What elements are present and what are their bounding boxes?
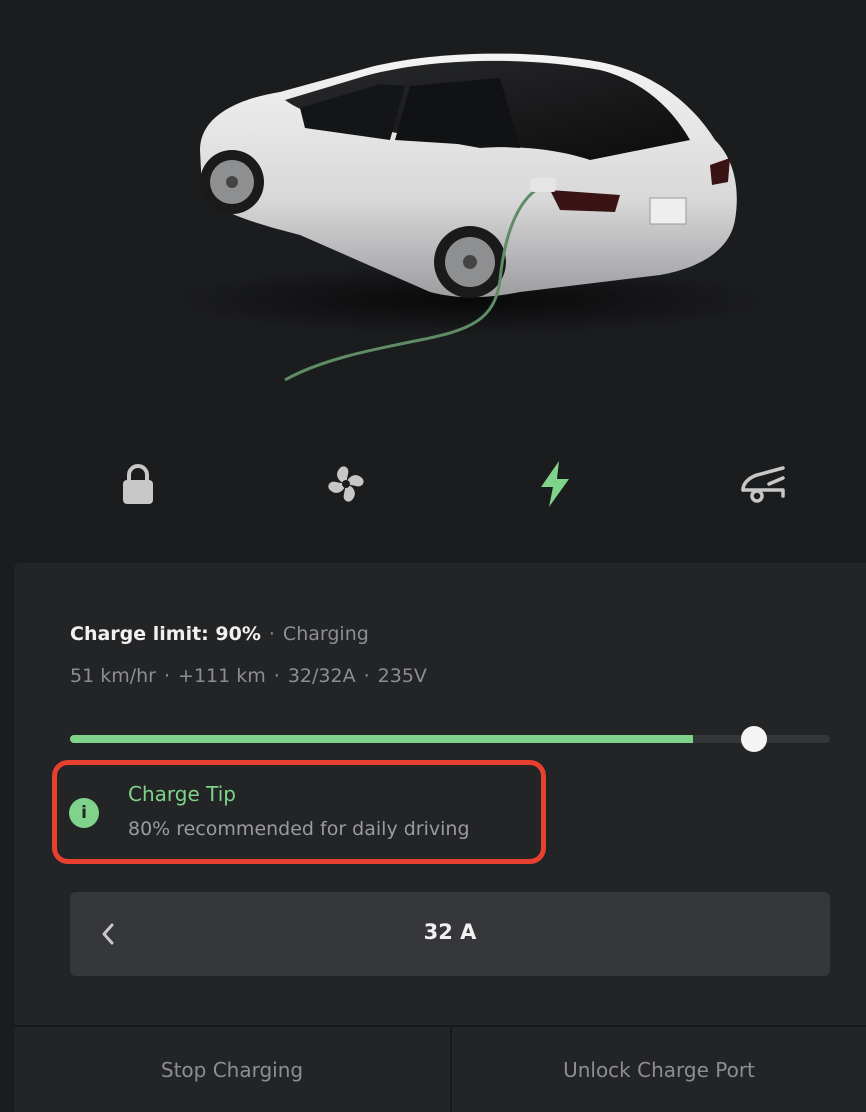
charge-voltage: 235V xyxy=(377,665,427,687)
range-added: +111 km xyxy=(178,665,266,687)
info-icon: i xyxy=(69,798,99,828)
trunk-button[interactable] xyxy=(731,452,795,516)
charging-panel: Charge limit: 90% · Charging 51 km/hr · +111… xyxy=(14,563,866,1112)
charge-current-value: 32 A xyxy=(423,920,477,944)
charge-stats: 51 km/hr · +111 km · 32/32A · 235V xyxy=(70,665,427,687)
charge-limit-slider[interactable] xyxy=(70,726,830,752)
charge-current-selector: 32 A xyxy=(70,892,830,976)
lightning-icon xyxy=(541,461,569,507)
charge-rate: 51 km/hr xyxy=(70,665,156,687)
climate-button[interactable] xyxy=(314,452,378,516)
separator: · xyxy=(363,665,370,687)
charge-status: Charge limit: 90% · Charging xyxy=(70,623,369,645)
lock-button[interactable] xyxy=(106,452,170,516)
charge-limit-label: Charge limit: 90% xyxy=(70,623,261,645)
fan-icon xyxy=(328,466,364,502)
separator: · xyxy=(268,623,275,645)
charging-button[interactable] xyxy=(523,452,587,516)
stop-charging-button[interactable]: Stop Charging xyxy=(14,1027,450,1112)
charge-limit-handle[interactable] xyxy=(741,726,767,752)
charge-actions: Stop Charging Unlock Charge Port xyxy=(14,1025,866,1112)
car-image xyxy=(0,0,866,420)
charging-screen: Charge limit: 90% · Charging 51 km/hr · +111… xyxy=(0,0,866,1112)
quick-controls xyxy=(0,452,866,516)
charge-tip-callout: i Charge Tip 80% recommended for daily d… xyxy=(52,760,546,864)
lock-icon xyxy=(123,464,153,504)
charge-current: 32/32A xyxy=(287,665,356,687)
battery-level-fill xyxy=(70,735,694,743)
trunk-open-icon xyxy=(741,466,785,503)
charge-tip-text: 80% recommended for daily driving xyxy=(128,818,470,840)
charge-state: Charging xyxy=(282,623,369,645)
separator: · xyxy=(163,665,171,687)
charge-tip-title: Charge Tip xyxy=(128,782,236,806)
unlock-charge-port-button[interactable]: Unlock Charge Port xyxy=(452,1027,866,1112)
separator: · xyxy=(273,665,280,687)
